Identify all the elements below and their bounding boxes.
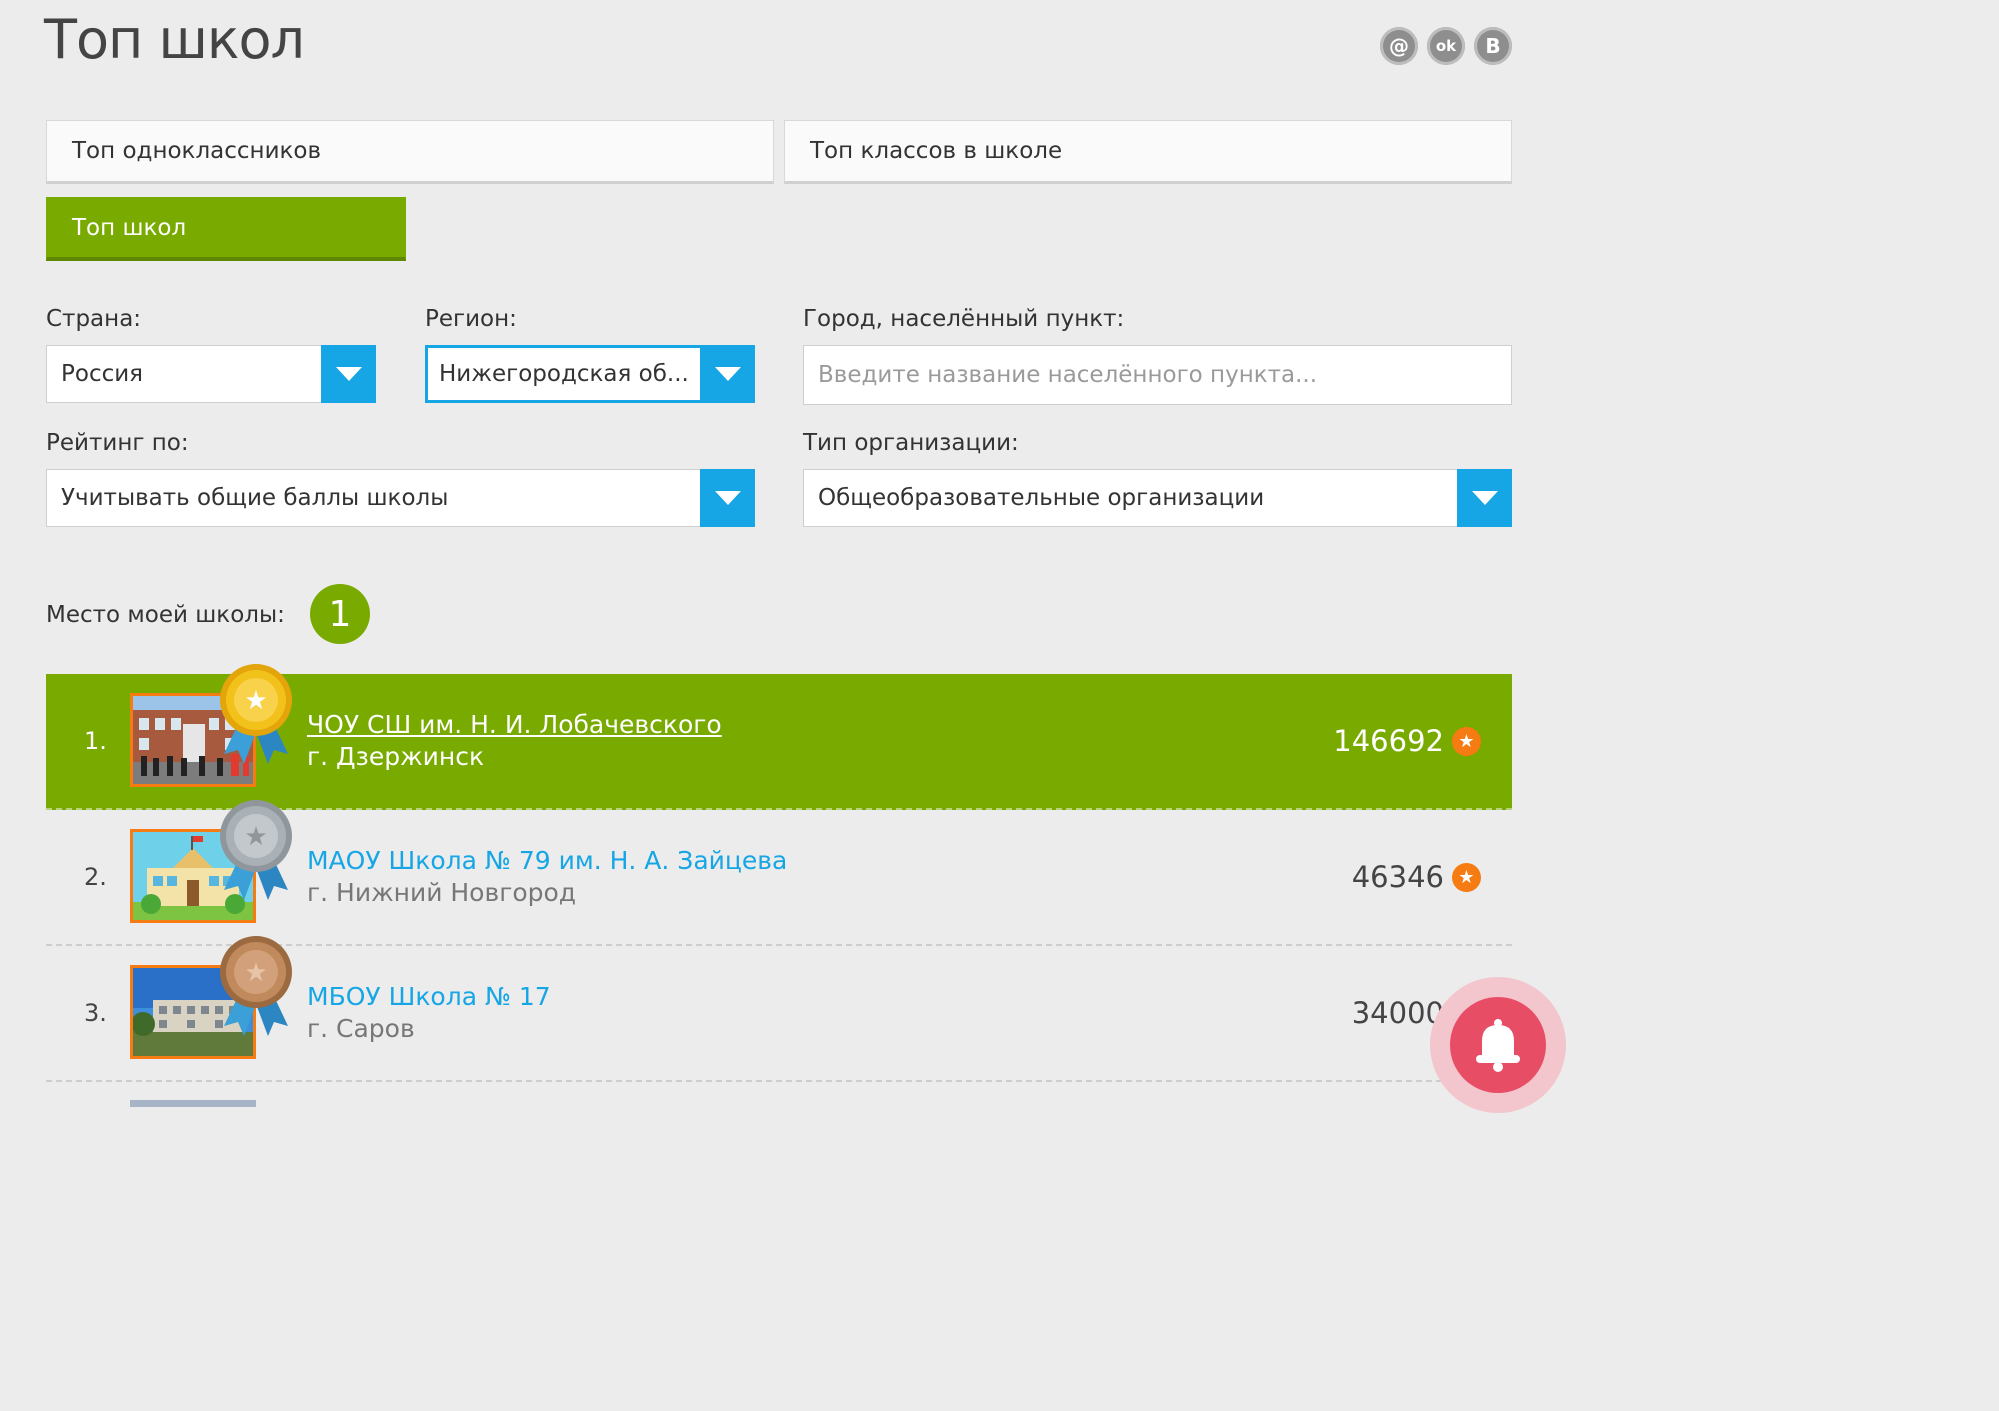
star-icon: ★: [1452, 727, 1481, 756]
country-label: Страна:: [46, 306, 142, 332]
school-row: 1. ★ ЧОУ СШ им. Н. И. Лобачевского г. Дз…: [46, 664, 1512, 810]
dropdown-arrow-icon[interactable]: [1457, 469, 1512, 527]
odnoklassniki-icon[interactable]: ok: [1427, 27, 1465, 65]
vkontakte-icon[interactable]: В: [1474, 27, 1512, 65]
country-select[interactable]: Россия: [46, 345, 376, 403]
silver-medal-icon: ★: [220, 800, 292, 900]
city-label: Город, населённый пункт:: [803, 306, 1125, 332]
city-placeholder: Введите название населённого пункта...: [818, 362, 1318, 388]
school-name-link[interactable]: ЧОУ СШ им. Н. И. Лобачевского: [307, 710, 722, 739]
orgtype-label: Тип организации:: [803, 430, 1019, 456]
city-input[interactable]: Введите название населённого пункта...: [803, 345, 1512, 405]
bronze-medal-icon: ★: [220, 936, 292, 1036]
tab-classmates[interactable]: Топ одноклассников: [46, 120, 774, 184]
my-school-label: Место моей школы:: [46, 602, 285, 628]
school-score: 146692: [1333, 724, 1444, 758]
rating-label: Рейтинг по:: [46, 430, 189, 456]
mail-ru-icon[interactable]: @: [1380, 27, 1418, 65]
school-score: 46346: [1351, 860, 1444, 894]
school-name-link[interactable]: МБОУ Школа № 17: [307, 982, 551, 1011]
notification-bell-button[interactable]: [1430, 977, 1566, 1113]
region-label: Регион:: [425, 306, 517, 332]
svg-text:★: ★: [244, 686, 267, 716]
school-city: г. Саров: [307, 1014, 415, 1043]
dropdown-arrow-icon[interactable]: [700, 469, 755, 527]
country-value: Россия: [61, 361, 144, 387]
school-position: 1.: [84, 727, 107, 755]
school-name-link[interactable]: МАОУ Школа № 79 им. Н. А. Зайцева: [307, 846, 787, 875]
star-icon: ★: [1452, 863, 1481, 892]
dropdown-arrow-icon[interactable]: [321, 345, 376, 403]
gold-medal-icon: ★: [220, 664, 292, 764]
dropdown-arrow-icon[interactable]: [700, 345, 755, 403]
school-row: 3. ★ МБОУ Школа № 17 г. Саров 34000 ★: [46, 936, 1512, 1082]
bell-icon[interactable]: [1450, 997, 1546, 1093]
school-city: г. Нижний Новгород: [307, 878, 577, 907]
svg-text:★: ★: [244, 822, 267, 852]
rating-value: Учитывать общие баллы школы: [61, 485, 449, 511]
school-score: 34000: [1351, 996, 1444, 1030]
page-title: Топ школ: [44, 8, 305, 71]
orgtype-select[interactable]: Общеобразовательные организации: [803, 469, 1512, 527]
svg-text:★: ★: [244, 958, 267, 988]
school-position: 3.: [84, 999, 107, 1027]
school-row: 2. ★ МАОУ Школа № 79 им. Н. А. Зайцева г…: [46, 800, 1512, 946]
orgtype-value: Общеобразовательные организации: [818, 485, 1265, 511]
region-select[interactable]: Нижегородская об...: [425, 345, 755, 403]
school-city: г. Дзержинск: [307, 742, 485, 771]
school-position: 2.: [84, 863, 107, 891]
school-photo[interactable]: [130, 1100, 256, 1107]
tab-schools[interactable]: Топ школ: [46, 197, 406, 261]
tab-classes[interactable]: Топ классов в школе: [784, 120, 1512, 184]
my-school-rank-badge: 1: [310, 584, 370, 644]
region-value: Нижегородская об...: [439, 361, 689, 387]
rating-select[interactable]: Учитывать общие баллы школы: [46, 469, 755, 527]
